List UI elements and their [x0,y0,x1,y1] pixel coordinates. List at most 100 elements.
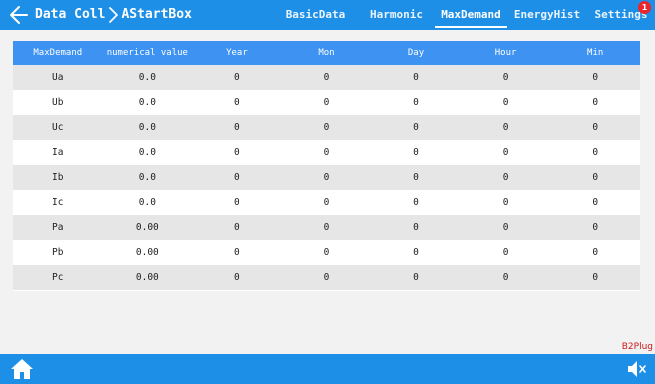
tab-energyhist[interactable]: EnergyHist [507,0,587,30]
table-cell: 0.0 [102,65,193,91]
table-cell: 0 [371,215,461,241]
table-cell: 0.0 [102,115,193,141]
table-cell: 0 [281,190,372,216]
table-cell: Pc [13,265,103,291]
table-cell: 0 [460,115,551,141]
table-cell: 0 [371,165,461,191]
table-cell: 0 [460,265,551,291]
table-cell: Ia [13,140,103,166]
chevron-right-icon [109,7,119,23]
tab-label: MaxDemand [441,8,501,21]
table-cell: 0 [460,140,551,166]
table-cell: 0 [550,90,640,116]
tab-maxdemand[interactable]: MaxDemand [435,0,507,30]
tab-label: EnergyHist [513,8,581,21]
table-cell: 0 [550,140,640,166]
tab-label: Harmonic [370,8,423,21]
home-icon [11,359,33,379]
table-cell: 0 [192,65,282,91]
table-cell: 0.0 [102,190,193,216]
table-cell: 0 [281,165,372,191]
home-button[interactable] [10,358,34,380]
table-cell: 0 [371,90,461,116]
table-cell: 0 [371,265,461,291]
table-row: Ic 0.0 0 0 0 0 0 [13,190,640,216]
table-row: Uc 0.0 0 0 0 0 0 [13,115,640,141]
table-row: Ib 0.0 0 0 0 0 0 [13,165,640,191]
breadcrumb-root[interactable]: Data Coll [35,0,105,30]
table-cell: 0 [192,215,282,241]
tab-bar: BasicData Harmonic MaxDemand EnergyHist … [273,0,655,30]
tab-basicdata[interactable]: BasicData [273,0,358,30]
table-cell: 0.0 [102,90,193,116]
table-cell: 0 [192,240,282,266]
table-cell: 0 [192,115,282,141]
back-button[interactable] [7,3,31,27]
table-cell: 0 [550,115,640,141]
table-cell: 0 [550,190,640,216]
table-cell: Ib [13,165,103,191]
table-cell: 0 [460,165,551,191]
column-header: Day [371,41,461,65]
maxdemand-table: MaxDemand numerical value Year Mon Day H… [13,41,640,291]
tab-label: BasicData [285,8,346,21]
table-row: Pb 0.00 0 0 0 0 0 [13,240,640,266]
table-cell: 0 [281,265,372,291]
mute-button[interactable] [627,360,647,378]
tab-settings[interactable]: Settings 1 [587,0,655,30]
table-cell: 0 [192,265,282,291]
table-cell: 0 [550,265,640,291]
table-cell: 0 [281,90,372,116]
column-header: Hour [460,41,551,65]
table-cell: 0.00 [102,215,193,241]
table-cell: 0 [460,65,551,91]
bottom-bar [0,354,655,384]
table-cell: 0 [460,240,551,266]
table-cell: 0 [281,215,372,241]
breadcrumb: Data Coll AStartBox [35,0,192,30]
column-header: Min [550,41,640,65]
table-cell: Ub [13,90,103,116]
table-cell: 0 [371,240,461,266]
table-row: Pc 0.00 0 0 0 0 0 [13,265,640,291]
arrow-left-icon [10,6,28,24]
table-cell: Uc [13,115,103,141]
table-cell: 0 [192,165,282,191]
maxdemand-table-container: MaxDemand numerical value Year Mon Day H… [13,41,640,291]
column-header: Mon [281,41,372,65]
speaker-mute-icon [628,361,646,377]
table-cell: 0 [281,115,372,141]
column-header: numerical value [102,41,193,65]
table-cell: 0 [192,190,282,216]
table-header-row: MaxDemand numerical value Year Mon Day H… [13,41,640,65]
table-cell: 0 [281,140,372,166]
table-cell: 0 [550,165,640,191]
notification-badge: 1 [638,1,651,14]
table-cell: 0 [192,90,282,116]
table-row: Ia 0.0 0 0 0 0 0 [13,140,640,166]
table-cell: 0.00 [102,265,193,291]
table-cell: 0 [550,215,640,241]
table-cell: Pa [13,215,103,241]
table-row: Pa 0.00 0 0 0 0 0 [13,215,640,241]
top-bar: Data Coll AStartBox BasicData Harmonic M… [0,0,655,30]
table-cell: 0.00 [102,240,193,266]
table-cell: 0 [281,65,372,91]
table-cell: 0 [371,65,461,91]
table-cell: 0 [281,240,372,266]
table-row: Ub 0.0 0 0 0 0 0 [13,90,640,116]
table-cell: 0 [550,240,640,266]
table-cell: 0.0 [102,140,193,166]
table-cell: 0 [192,140,282,166]
table-cell: 0 [371,190,461,216]
brand-label: B2Plug [621,342,653,352]
table-cell: 0 [460,190,551,216]
table-cell: 0 [371,115,461,141]
table-cell: Ua [13,65,103,91]
tab-harmonic[interactable]: Harmonic [358,0,435,30]
table-row: Ua 0.0 0 0 0 0 0 [13,65,640,91]
table-cell: 0 [550,65,640,91]
table-cell: Pb [13,240,103,266]
column-header: MaxDemand [13,41,103,65]
table-cell: Ic [13,190,103,216]
